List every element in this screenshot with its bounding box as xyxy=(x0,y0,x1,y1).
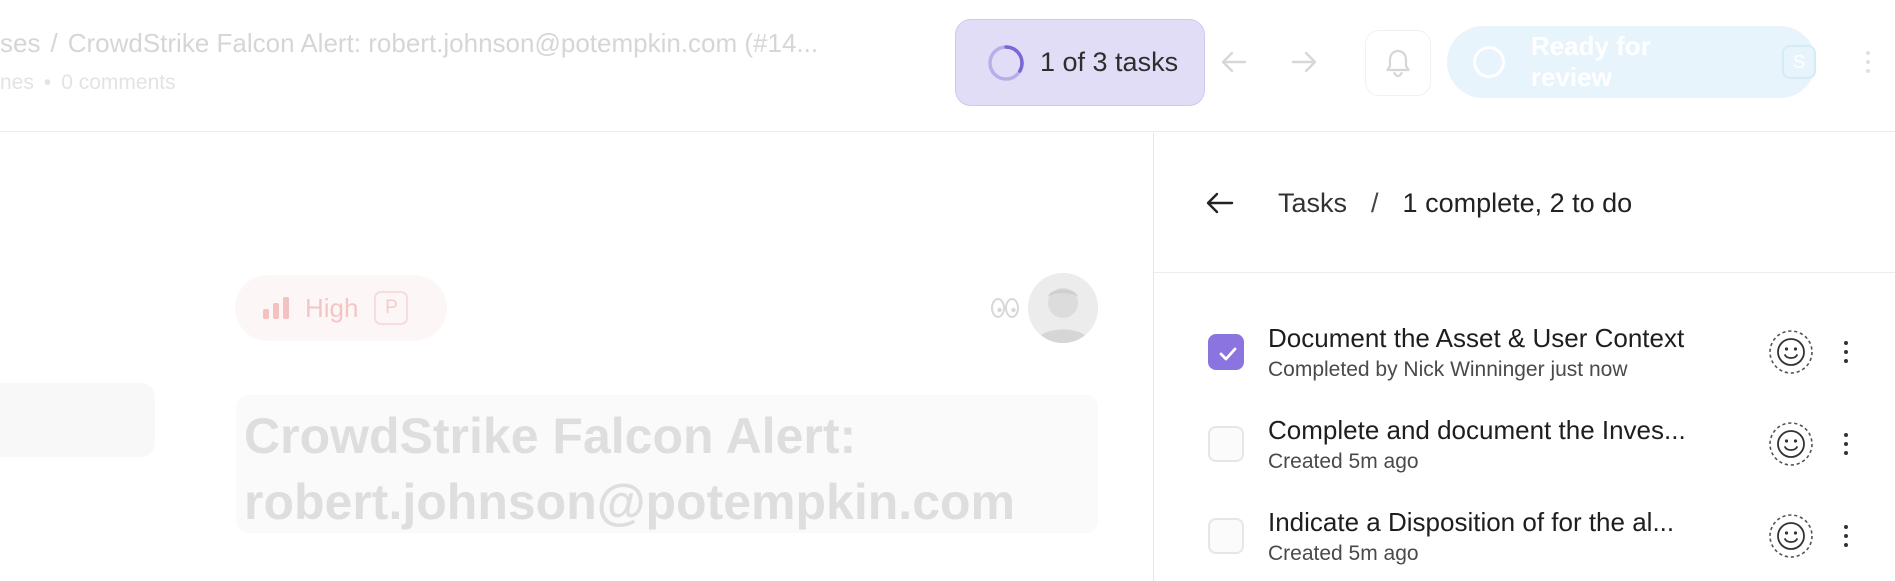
breadcrumb-separator: / xyxy=(50,28,58,58)
task-checkbox[interactable] xyxy=(1208,518,1244,554)
assign-user-icon[interactable] xyxy=(1768,329,1814,375)
priority-shortcut-key: P xyxy=(374,291,409,325)
assign-user-icon[interactable] xyxy=(1768,513,1814,559)
task-meta: Completed by Nick Winninger just now xyxy=(1268,358,1628,381)
task-name[interactable]: Complete and document the Inves... xyxy=(1268,413,1748,447)
case-title-field[interactable]: CrowdStrike Falcon Alert: robert.johnson… xyxy=(236,395,1098,533)
tasks-panel-title: Tasks / 1 complete, 2 to do xyxy=(1278,185,1632,221)
task-row[interactable]: Indicate a Disposition of for the al... … xyxy=(1154,499,1895,579)
task-progress-button[interactable]: 1 of 3 tasks xyxy=(955,19,1205,106)
next-case-button[interactable] xyxy=(1272,30,1336,94)
review-shortcut-key: S xyxy=(1782,45,1816,79)
subline-dot: • xyxy=(43,71,52,94)
sidebar-block xyxy=(0,383,155,457)
assignee-avatar[interactable] xyxy=(1028,273,1098,343)
arrow-left-icon xyxy=(1221,51,1247,73)
previous-case-button[interactable] xyxy=(1202,30,1266,94)
ready-for-review-label: Ready for review xyxy=(1530,31,1651,92)
app-window: ses / CrowdStrike Falcon Alert: robert.joh… xyxy=(0,0,1895,581)
breadcrumb: ses / CrowdStrike Falcon Alert: robert.joh… xyxy=(0,26,818,60)
task-more-menu-icon[interactable] xyxy=(1834,423,1858,465)
case-header: ses / CrowdStrike Falcon Alert: robert.joh… xyxy=(0,0,1895,132)
back-button[interactable] xyxy=(1200,183,1240,223)
task-checkbox[interactable] xyxy=(1208,426,1244,462)
task-checkbox[interactable] xyxy=(1208,334,1244,370)
assign-user-icon[interactable] xyxy=(1768,421,1814,467)
breadcrumb-case-title: CrowdStrike Falcon Alert: robert.johnson… xyxy=(67,28,819,58)
task-meta: Created 5m ago xyxy=(1268,450,1419,473)
notifications-button[interactable] xyxy=(1365,30,1431,96)
priority-badge[interactable]: High P xyxy=(235,275,447,341)
signal-bars-icon xyxy=(263,297,289,319)
arrow-right-icon xyxy=(1291,51,1317,73)
tasks-panel: Tasks / 1 complete, 2 to do Document the A… xyxy=(1153,133,1895,581)
task-more-menu-icon[interactable] xyxy=(1834,331,1858,373)
ready-for-review-button[interactable]: Ready for review S xyxy=(1447,26,1816,98)
task-name[interactable]: Document the Asset & User Context xyxy=(1268,321,1748,355)
review-status-circle-icon xyxy=(1473,46,1505,78)
task-name[interactable]: Indicate a Disposition of for the al... xyxy=(1268,505,1748,539)
checkmark-icon xyxy=(1219,347,1237,361)
case-main-content: High P CrowdStrike Falcon Alert: robert.… xyxy=(0,133,1153,581)
comments-count[interactable]: 0 comments xyxy=(61,71,175,94)
title-separator: / xyxy=(1371,188,1379,218)
task-meta: Created 5m ago xyxy=(1268,542,1419,565)
tasks-status-summary: 1 complete, 2 to do xyxy=(1402,188,1633,218)
priority-label: High xyxy=(305,292,359,323)
subline-left: nes xyxy=(0,71,34,94)
task-row[interactable]: Complete and document the Inves... Creat… xyxy=(1154,407,1895,487)
arrow-left-icon xyxy=(1206,192,1234,214)
breadcrumb-cases-link[interactable]: ses xyxy=(0,28,40,58)
task-row[interactable]: Document the Asset & User Context Comple… xyxy=(1154,315,1895,395)
header-more-menu-icon[interactable] xyxy=(1858,38,1878,86)
bell-icon xyxy=(1386,49,1410,78)
task-progress-label: 1 of 3 tasks xyxy=(1040,47,1179,77)
task-more-menu-icon[interactable] xyxy=(1834,515,1858,557)
tasks-heading: Tasks xyxy=(1278,188,1348,218)
tasks-panel-header: Tasks / 1 complete, 2 to do xyxy=(1154,133,1895,273)
person-avatar-icon xyxy=(1028,273,1098,343)
case-subline: nes • 0 comments xyxy=(0,70,176,96)
progress-ring-icon xyxy=(988,44,1024,81)
watchers-eyes-icon[interactable] xyxy=(990,295,1020,321)
